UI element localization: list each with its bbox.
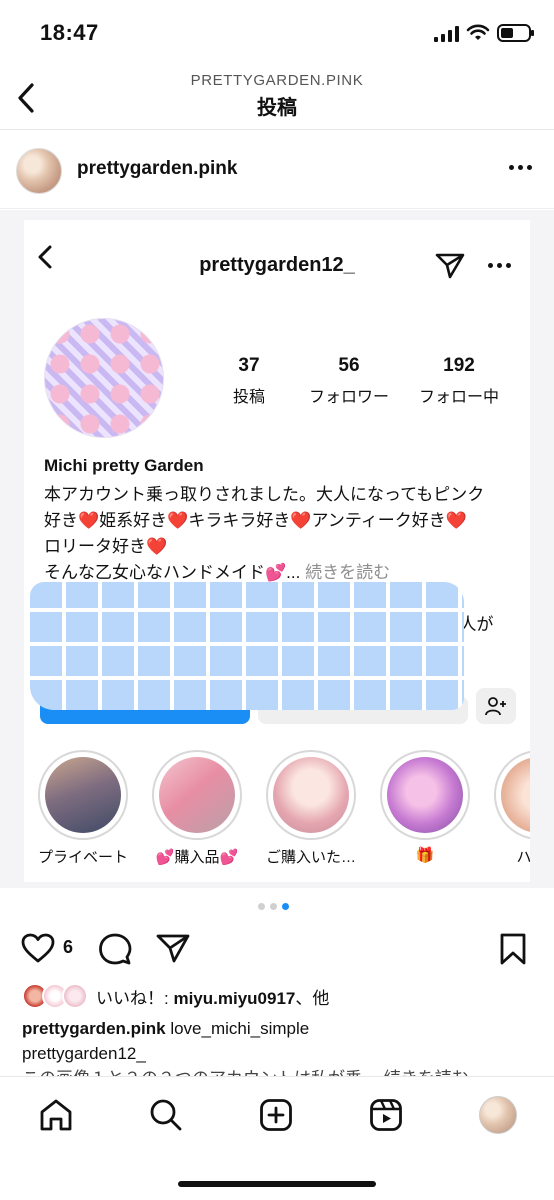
navigation-bar: PRETTYGARDEN.PINK 投稿 [0,66,554,130]
carousel-indicator [258,903,289,910]
back-chevron-icon [18,83,34,113]
caption-username[interactable]: prettygarden.pink [22,1019,166,1038]
add-user-button [476,688,516,724]
stat-following-count: 192 [443,355,475,376]
bottom-tab-bar [0,1076,554,1200]
profile-screenshot: prettygarden12_ 37 投稿 56 フォロワー 192 フォロー中… [24,220,530,882]
liker-username[interactable]: miyu.miyu0917 [173,989,295,1008]
post-image[interactable]: prettygarden12_ 37 投稿 56 フォロワー 192 フォロー中… [0,210,554,888]
likes-summary[interactable]: いいね！: miyu.miyu0917、他 [22,980,542,1010]
bio-line: そんな乙女心なハンドメイド💕... [44,563,301,582]
comment-button[interactable] [98,932,134,966]
highlight-thumbnail [387,757,463,833]
nav-subtitle: PRETTYGARDEN.PINK [190,72,364,89]
more-icon [508,164,514,170]
send-icon [435,253,465,279]
stat-following: 192 フォロー中 [404,355,514,407]
stat-followers-count: 56 [338,355,360,376]
carousel-dot [258,903,265,910]
screenshot-more-icon [488,263,511,268]
profile-avatar-icon [479,1096,517,1134]
highlight-label: プライベート [37,849,128,866]
highlight-thumbnail [501,757,530,833]
home-icon [40,1099,72,1131]
like-count[interactable]: 6 [63,937,73,958]
profile-avatar [44,318,164,438]
highlight-label: 💕購入品💕 [155,849,239,866]
privacy-mask-sticker [30,582,464,710]
status-bar: 18:47 [0,0,554,66]
post-author-username[interactable]: prettygarden.pink [77,158,237,180]
wifi-icon [466,24,490,40]
stat-followers: 56 フォロワー [294,355,404,407]
post-author-avatar[interactable] [16,148,62,194]
likes-label: いいね！: [96,989,174,1008]
profile-stats: 37 投稿 56 フォロワー 192 フォロー中 [194,355,514,415]
nav-title-group: PRETTYGARDEN.PINK 投稿 [100,72,454,120]
carousel-dot-active [282,903,289,910]
post-caption: prettygarden.pink love_michi_simple pret… [22,1016,532,1080]
heart-icon [21,933,55,963]
highlight-label: ハグハ [516,849,530,866]
bio-line: ロリータ好き❤️ [44,537,168,556]
stat-posts: 37 投稿 [194,355,304,407]
stat-posts-count: 37 [238,355,260,376]
battery-icon [497,24,534,42]
likes-suffix: 、他 [295,989,330,1008]
stat-following-label: フォロー中 [418,389,499,406]
stat-posts-label: 投稿 [232,389,265,406]
caption-text: love_michi_simple [170,1019,310,1038]
share-icon [156,934,190,963]
bio-name: Michi pretty Garden [44,456,204,475]
highlight-thumbnail [273,757,349,833]
cellular-signal-icon [434,26,460,42]
stat-followers-label: フォロワー [308,389,389,406]
caption-line: prettygarden12_ [22,1044,146,1063]
likes-text: いいね！: miyu.miyu0917、他 [96,984,329,1009]
tab-profile[interactable] [478,1095,518,1135]
home-indicator [178,1181,376,1187]
tab-reels[interactable] [366,1095,406,1135]
bio-text: 本アカウント乗っ取りされました。大人になってもピンク 好き❤️姫系好き❤️キラキ… [44,482,524,586]
highlight-label: 🎁 [415,847,435,864]
share-button[interactable] [156,932,192,966]
story-highlights: プライベート 💕購入品💕 ご購入いた… 🎁 ハグハ [24,750,530,870]
carousel-dot [270,903,277,910]
save-button[interactable] [498,932,534,966]
bookmark-icon [500,933,526,965]
post-actions: 6 [0,922,554,972]
highlight-thumbnail [159,757,235,833]
highlight-label: ご購入いた… [265,849,356,866]
post-header: prettygarden.pink [0,131,554,209]
bio-read-more: 続きを読む [305,563,391,582]
caption-line: prettygarden.pink love_michi_simple [22,1016,532,1041]
add-user-icon [485,697,506,716]
tab-search[interactable] [146,1095,186,1135]
tab-home[interactable] [36,1095,76,1135]
highlight-thumbnail [45,757,121,833]
post-more-button[interactable] [506,157,534,177]
create-icon [260,1099,292,1131]
nav-title: 投稿 [257,97,297,119]
liker-avatar [62,983,88,1009]
like-button[interactable] [20,932,56,966]
bio-line: 好き❤️姫系好き❤️キラキラ好き❤️アンティーク好き❤️ [44,511,467,530]
comment-icon [99,933,132,965]
status-time: 18:47 [40,20,99,45]
reels-icon [370,1099,402,1131]
back-button[interactable] [6,76,46,120]
bio-line: 本アカウント乗っ取りされました。大人になってもピンク [44,485,485,504]
tab-create[interactable] [256,1095,296,1135]
search-icon [150,1099,182,1131]
